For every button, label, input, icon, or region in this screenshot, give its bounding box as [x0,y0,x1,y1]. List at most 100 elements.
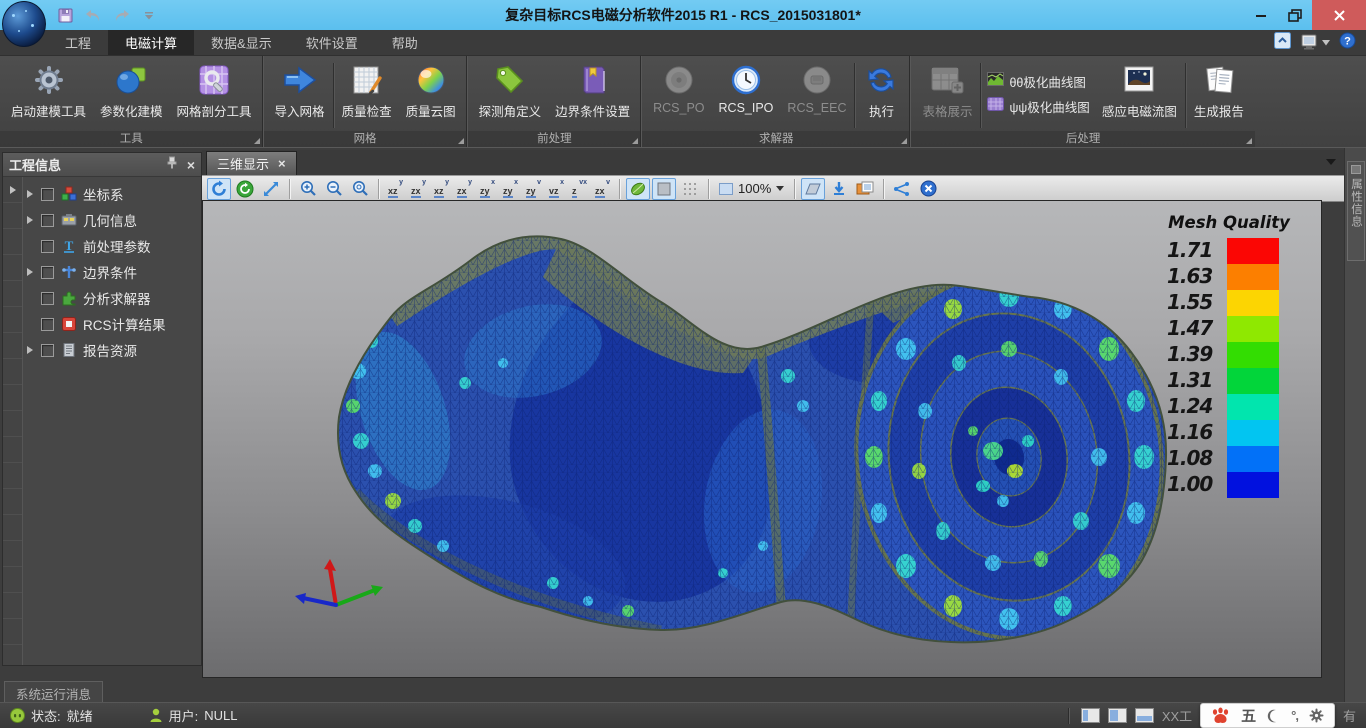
tree-item-preprocess-params[interactable]: T 前处理参数 [23,233,201,259]
checkbox[interactable] [41,188,54,201]
boundary-condition-settings-button[interactable]: 边界条件设置 [548,59,637,129]
minimize-button[interactable] [1244,0,1278,30]
tab-em-computation[interactable]: 电磁计算 [108,30,194,55]
shaded-mode-button[interactable] [626,178,650,200]
export-image-button[interactable] [853,178,877,200]
tab-engineering[interactable]: 工程 [48,30,108,55]
mesh-partition-tool-button[interactable]: 网格剖分工具 [170,59,259,129]
view-iso-2-button[interactable]: xvz [546,178,567,200]
view-front-button[interactable]: yxz [385,178,406,200]
layout-wide-left-panel-icon[interactable] [1108,708,1127,723]
tab-overflow-icon[interactable] [1326,159,1336,165]
view-left-button[interactable]: yxz [431,178,452,200]
rotate-view-button[interactable] [207,178,231,200]
viewport-3d[interactable]: Mesh Quality 1.71 1.63 1.55 1.47 1.39 1.… [202,200,1322,678]
display-style-icon[interactable] [1300,34,1330,51]
gutter-arrow-icon[interactable] [10,186,16,194]
group-expand-icon[interactable] [901,138,907,144]
ime-brand-paw-icon[interactable] [1211,707,1230,724]
ime-punctuation-button[interactable]: °, [1291,708,1298,723]
zoom-fit-button[interactable] [348,178,372,200]
layout-bottom-panel-icon[interactable] [1135,708,1154,723]
quality-cloud-map-button[interactable]: 质量云图 [399,59,463,129]
execute-button[interactable]: 执行 [856,59,906,129]
view-iso-1-button[interactable]: vzy [523,178,544,200]
checkbox[interactable] [41,344,54,357]
solver-rcs-eec-button[interactable]: RCS_EEC [780,59,853,129]
layout-left-panel-icon[interactable] [1081,708,1100,723]
tree-item-geometry-info[interactable]: 几何信息 [23,207,201,233]
collapse-ribbon-icon[interactable] [1274,32,1291,54]
import-mesh-button[interactable]: 导入网格 [268,59,332,129]
view-back-button[interactable]: yzx [408,178,429,200]
checkbox[interactable] [41,240,54,253]
tree-item-rcs-results[interactable]: RCS计算结果 [23,311,201,337]
zoom-out-button[interactable] [322,178,346,200]
tree-item-boundary-conditions[interactable]: 边界条件 [23,259,201,285]
checkbox[interactable] [41,292,54,305]
expand-icon[interactable] [27,216,35,224]
quick-access-dropdown-icon[interactable] [140,6,158,24]
ime-settings-gear-icon[interactable] [1309,708,1324,723]
zoom-level-select[interactable]: 100% [715,181,788,196]
solver-rcs-po-button[interactable]: RCS_PO [646,59,711,129]
perspective-mode-button[interactable] [801,178,825,200]
panel-close-icon[interactable]: × [187,158,195,172]
table-display-button[interactable]: 表格展示 [915,59,979,129]
tree-item-coordinate-system[interactable]: 坐标系 [23,181,201,207]
download-view-button[interactable] [827,178,851,200]
ime-mode-button[interactable]: 五 [1241,705,1256,726]
induced-current-map-button[interactable]: 感应电磁流图 [1095,59,1184,129]
tab-software-settings[interactable]: 软件设置 [289,30,375,55]
tree-gutter[interactable] [3,177,23,665]
tree-item-report-resources[interactable]: 报告资源 [23,337,201,363]
view-iso-4-button[interactable]: vzx [592,178,613,200]
help-icon[interactable]: ? [1339,32,1356,54]
expand-icon[interactable] [27,190,35,198]
view-iso-3-button[interactable]: vxz [569,178,590,200]
expand-icon[interactable] [27,346,35,354]
probe-angle-define-button[interactable]: 探测角定义 [472,59,549,129]
undo-icon[interactable] [84,6,102,24]
expand-icon[interactable] [27,268,35,276]
tab-close-icon[interactable]: × [278,156,286,171]
close-button[interactable] [1312,0,1366,30]
checkbox[interactable] [41,214,54,227]
properties-collapsed-tab[interactable]: 属性信息 [1347,161,1365,261]
tab-help[interactable]: 帮助 [375,30,435,55]
tree-item-solver[interactable]: 分析求解器 [23,285,201,311]
theta-theta-curve-button[interactable]: θθ极化曲线图 [987,72,1089,91]
solver-rcs-ipo-button[interactable]: RCS_IPO [712,59,781,129]
restore-button[interactable] [1278,0,1312,30]
group-expand-icon[interactable] [632,138,638,144]
share-flow-button[interactable] [890,178,914,200]
checkbox[interactable] [41,318,54,331]
view-bottom-button[interactable]: xzy [500,178,521,200]
flat-mode-button[interactable] [652,178,676,200]
generate-report-button[interactable]: 生成报告 [1187,59,1251,129]
tab-data-display[interactable]: 数据&显示 [194,30,289,55]
points-mode-button[interactable] [678,178,702,200]
fit-extent-button[interactable] [259,178,283,200]
redo-icon[interactable] [112,6,130,24]
group-expand-icon[interactable] [1246,138,1252,144]
ime-moon-icon[interactable] [1267,709,1280,723]
psi-psi-curve-button[interactable]: ψψ极化曲线图 [987,97,1089,116]
quality-check-button[interactable]: 质量检查 [335,59,399,129]
zoom-in-button[interactable] [296,178,320,200]
pin-icon[interactable] [167,156,177,174]
group-expand-icon[interactable] [254,138,260,144]
app-logo-icon[interactable] [2,1,46,47]
view-right-button[interactable]: yzx [454,178,475,200]
tab-3d-display[interactable]: 三维显示 × [206,151,297,175]
parametric-modeling-button[interactable]: 参数化建模 [93,59,170,129]
cancel-operation-button[interactable] [916,178,940,200]
ime-toolbar[interactable]: 五 °, [1200,703,1335,728]
save-icon[interactable] [56,6,74,24]
refresh-view-button[interactable] [233,178,257,200]
zoom-level-caret-icon[interactable] [776,186,784,191]
group-expand-icon[interactable] [458,138,464,144]
checkbox[interactable] [41,266,54,279]
view-top-button[interactable]: xzy [477,178,498,200]
launch-modeling-tool-button[interactable]: 启动建模工具 [4,59,93,129]
